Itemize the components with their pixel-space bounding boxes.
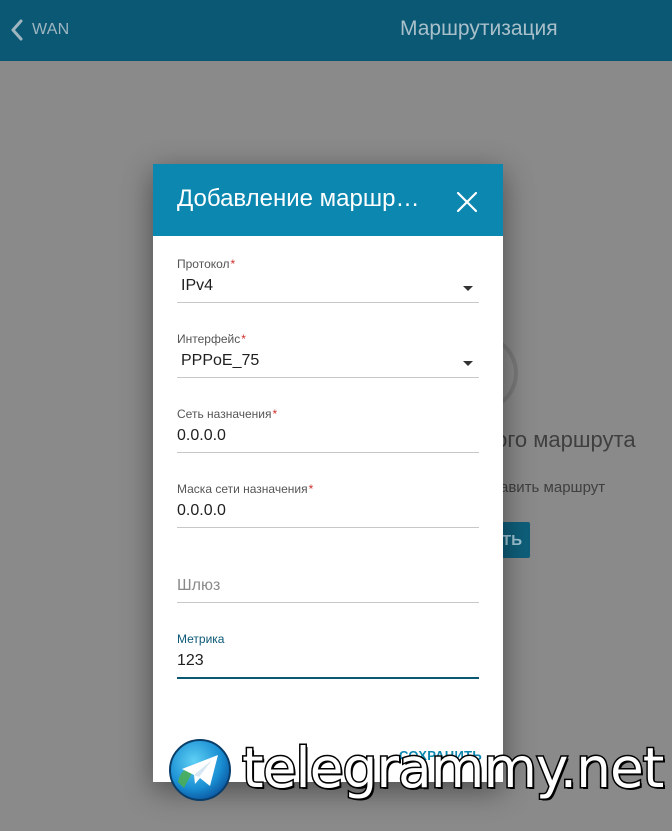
empty-state-title: ного маршрута bbox=[483, 427, 636, 452]
required-mark: * bbox=[272, 407, 278, 421]
protocol-value: IPv4 bbox=[181, 277, 214, 294]
close-button[interactable] bbox=[451, 186, 483, 218]
back-label: WAN bbox=[32, 21, 70, 38]
metric-input[interactable]: 123 bbox=[177, 652, 204, 670]
dest-network-label: Сеть назначения bbox=[177, 407, 272, 421]
dest-network-input[interactable]: 0.0.0.0 bbox=[177, 427, 226, 445]
protocol-select[interactable]: Протокол* IPv4 bbox=[177, 256, 479, 303]
dropdown-arrow-icon bbox=[463, 361, 473, 366]
interface-label: Интерфейс bbox=[177, 332, 241, 346]
watermark-text: telegrammy.net bbox=[240, 735, 665, 802]
gateway-field[interactable]: Шлюз bbox=[177, 556, 479, 603]
close-icon bbox=[456, 191, 478, 213]
page-title: Маршрутизация bbox=[400, 17, 558, 40]
required-mark: * bbox=[241, 332, 246, 346]
required-mark: * bbox=[230, 257, 236, 271]
dialog-header: Добавление маршр… bbox=[153, 164, 503, 236]
dest-network-field[interactable]: Сеть назначения* 0.0.0.0 bbox=[177, 406, 479, 453]
dialog-title: Добавление маршр… bbox=[177, 185, 420, 212]
metric-field[interactable]: Метрика 123 bbox=[177, 631, 479, 679]
top-bar: WAN Маршрутизация bbox=[0, 0, 672, 61]
interface-select[interactable]: Интерфейс* PPPoE_75 bbox=[177, 331, 479, 378]
watermark: telegrammy.net bbox=[168, 735, 668, 806]
gateway-input[interactable]: Шлюз bbox=[177, 577, 220, 595]
protocol-label: Протокол bbox=[177, 257, 230, 271]
dest-mask-field[interactable]: Маска сети назначения* 0.0.0.0 bbox=[177, 481, 479, 528]
add-route-dialog: Добавление маршр… Протокол* IPv4 Интерфе… bbox=[153, 164, 503, 782]
dest-mask-input[interactable]: 0.0.0.0 bbox=[177, 502, 226, 520]
empty-state-hint: авить маршрут bbox=[500, 479, 606, 496]
metric-label: Метрика bbox=[177, 632, 225, 646]
chevron-left-icon bbox=[11, 19, 23, 41]
required-mark: * bbox=[308, 482, 314, 496]
dest-mask-label: Маска сети назначения bbox=[177, 482, 308, 496]
telegram-logo-icon bbox=[169, 739, 231, 801]
back-button[interactable]: WAN bbox=[10, 18, 69, 42]
interface-value: PPPoE_75 bbox=[181, 352, 260, 369]
dropdown-arrow-icon bbox=[463, 286, 473, 291]
